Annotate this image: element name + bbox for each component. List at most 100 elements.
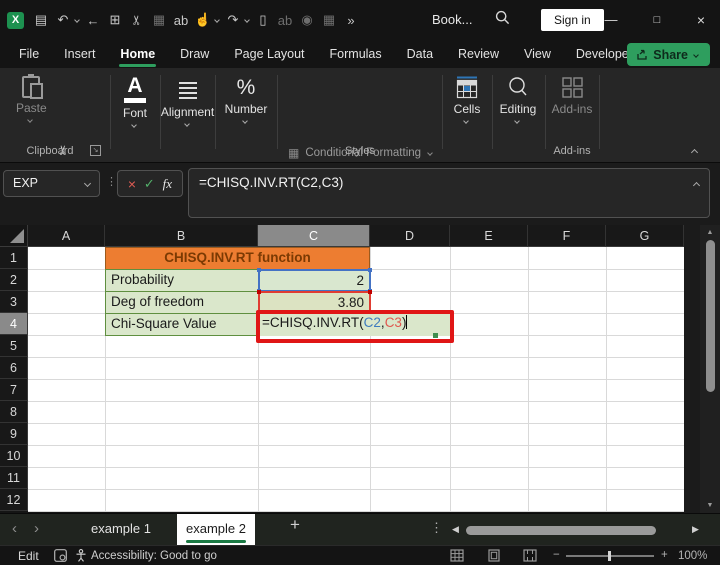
undo-icon[interactable]: ↶ xyxy=(53,12,73,28)
overflow-icon[interactable]: » xyxy=(341,13,361,28)
alignment-group-button[interactable]: Alignment xyxy=(160,79,215,127)
ribbon-tab-draw[interactable]: Draw xyxy=(179,42,210,66)
page-layout-view-icon[interactable] xyxy=(487,549,501,565)
ribbon-tab-page-layout[interactable]: Page Layout xyxy=(233,42,305,66)
add-ins-button[interactable]: Add-ins xyxy=(546,76,598,116)
paste-button[interactable]: Paste xyxy=(16,74,47,123)
column-header-a[interactable]: A xyxy=(28,225,105,247)
chevron-down-icon xyxy=(83,179,92,188)
previous-sheet-icon[interactable]: ‹ xyxy=(12,520,17,537)
row-header-5[interactable]: 5 xyxy=(0,335,28,357)
collapse-formula-bar-icon[interactable] xyxy=(692,181,701,190)
paste-picture-icon[interactable]: ▦ xyxy=(149,12,169,28)
row-header-7[interactable]: 7 xyxy=(0,379,28,401)
zoom-level[interactable]: 100% xyxy=(678,550,707,562)
row-header-9[interactable]: 9 xyxy=(0,423,28,445)
row-header-2[interactable]: 2 xyxy=(0,269,28,291)
ribbon-tab-home[interactable]: Home xyxy=(119,42,156,67)
touch-mode-icon[interactable]: ☝ xyxy=(193,12,213,28)
column-header-e[interactable]: E xyxy=(450,225,528,247)
cut-icon[interactable]: ✂ xyxy=(129,10,145,30)
accessibility-status[interactable]: Accessibility: Good to go xyxy=(91,550,217,562)
formula-input[interactable]: =CHISQ.INV.RT(C2,C3) xyxy=(188,168,710,218)
horizontal-scroll-thumb[interactable] xyxy=(466,526,656,535)
row-header-1[interactable]: 1 xyxy=(0,247,28,269)
vertical-scroll-thumb[interactable] xyxy=(706,240,715,392)
cancel-icon[interactable]: × xyxy=(128,176,136,192)
close-button[interactable]: × xyxy=(680,0,720,40)
scroll-down-icon[interactable]: ▼ xyxy=(700,502,720,509)
scroll-left-icon[interactable]: ◀ xyxy=(452,524,459,535)
ribbon-tab-formulas[interactable]: Formulas xyxy=(329,42,383,66)
back-icon[interactable]: ← xyxy=(83,13,103,28)
cell-b4[interactable]: Chi-Square Value xyxy=(105,313,259,336)
camera-icon[interactable]: ◉ xyxy=(297,12,317,28)
enter-icon[interactable]: ✓ xyxy=(144,176,155,192)
zoom-out-button[interactable]: − xyxy=(553,549,560,561)
number-group-button[interactable]: % Number xyxy=(217,76,275,124)
table-style-icon[interactable]: ▦ xyxy=(319,12,339,28)
accessibility-icon[interactable] xyxy=(75,549,87,565)
zoom-slider-thumb[interactable] xyxy=(608,551,611,561)
share-button[interactable]: Share xyxy=(627,43,710,66)
ribbon-tab-review[interactable]: Review xyxy=(457,42,500,66)
ribbon-tab-file[interactable]: File xyxy=(18,42,40,66)
sheet-options-icon[interactable]: ⋮ xyxy=(430,520,443,536)
search-icon[interactable] xyxy=(495,10,510,30)
range-handle xyxy=(368,268,372,272)
scroll-right-icon[interactable]: ▶ xyxy=(692,524,699,535)
page-break-view-icon[interactable] xyxy=(523,549,537,565)
macro-record-icon[interactable] xyxy=(54,549,67,565)
add-sheet-button[interactable]: + xyxy=(290,515,300,535)
scroll-up-icon[interactable]: ▲ xyxy=(700,229,720,236)
editing-button[interactable]: Editing xyxy=(492,76,544,124)
row-header-12[interactable]: 12 xyxy=(0,489,28,511)
ribbon-tab-data[interactable]: Data xyxy=(406,42,434,66)
ribbon-tab-view[interactable]: View xyxy=(523,42,552,66)
column-header-f[interactable]: F xyxy=(528,225,606,247)
column-header-d[interactable]: D xyxy=(370,225,450,247)
cells-button[interactable]: Cells xyxy=(443,76,491,124)
column-header-g[interactable]: G xyxy=(606,225,684,247)
chevron-down-icon xyxy=(183,121,190,127)
maximize-button[interactable]: □ xyxy=(636,0,678,40)
drag-dots-icon[interactable]: ⋮ xyxy=(106,175,117,188)
minimize-button[interactable]: — xyxy=(590,0,632,40)
ribbon-tab-developer[interactable]: Developer xyxy=(575,42,634,66)
cell-b1-title[interactable]: CHISQ.INV.RT function xyxy=(105,247,370,270)
font-group-button[interactable]: A Font xyxy=(112,75,158,128)
cell-b2[interactable]: Probability xyxy=(105,269,259,292)
row-header-4[interactable]: 4 xyxy=(0,313,28,335)
row-header-8[interactable]: 8 xyxy=(0,401,28,423)
vertical-scrollbar[interactable]: ▲ ▼ xyxy=(700,225,720,513)
chevron-down-icon xyxy=(242,118,248,124)
save-icon[interactable]: ▤ xyxy=(31,12,51,28)
sheet-tab-example-1[interactable]: example 1 xyxy=(70,514,172,546)
select-all-corner[interactable] xyxy=(0,225,28,247)
replace-icon[interactable]: ab xyxy=(171,13,191,28)
cell-c2[interactable]: 2 xyxy=(257,268,372,293)
column-header-b[interactable]: B xyxy=(105,225,258,247)
column-header-c[interactable]: C xyxy=(258,225,370,247)
new-file-icon[interactable]: ▯ xyxy=(253,12,273,28)
formula-text: =CHISQ.INV.RT(C2,C3) xyxy=(199,175,344,190)
name-box[interactable]: EXP xyxy=(3,170,100,197)
excel-logo-icon[interactable]: X xyxy=(7,11,24,29)
collapse-ribbon-icon[interactable] xyxy=(690,148,699,157)
normal-view-icon[interactable] xyxy=(450,549,464,565)
strikethrough-icon[interactable]: ab xyxy=(275,13,295,28)
ribbon-tab-insert[interactable]: Insert xyxy=(63,42,96,66)
insert-function-icon[interactable]: fx xyxy=(163,176,172,192)
copy-icon[interactable]: ⊞ xyxy=(105,12,125,28)
row-header-10[interactable]: 10 xyxy=(0,445,28,467)
cell-b3[interactable]: Deg of freedom xyxy=(105,291,259,314)
zoom-in-button[interactable]: + xyxy=(661,549,668,561)
next-sheet-icon[interactable]: › xyxy=(34,520,39,537)
row-header-6[interactable]: 6 xyxy=(0,357,28,379)
row-header-11[interactable]: 11 xyxy=(0,467,28,489)
range-handle xyxy=(257,268,261,272)
clipboard-dialog-launcher[interactable]: ↘ xyxy=(90,145,101,156)
row-header-3[interactable]: 3 xyxy=(0,291,28,313)
sheet-tab-example-2[interactable]: example 2 xyxy=(177,514,255,546)
redo-icon[interactable]: ↷ xyxy=(223,12,243,28)
